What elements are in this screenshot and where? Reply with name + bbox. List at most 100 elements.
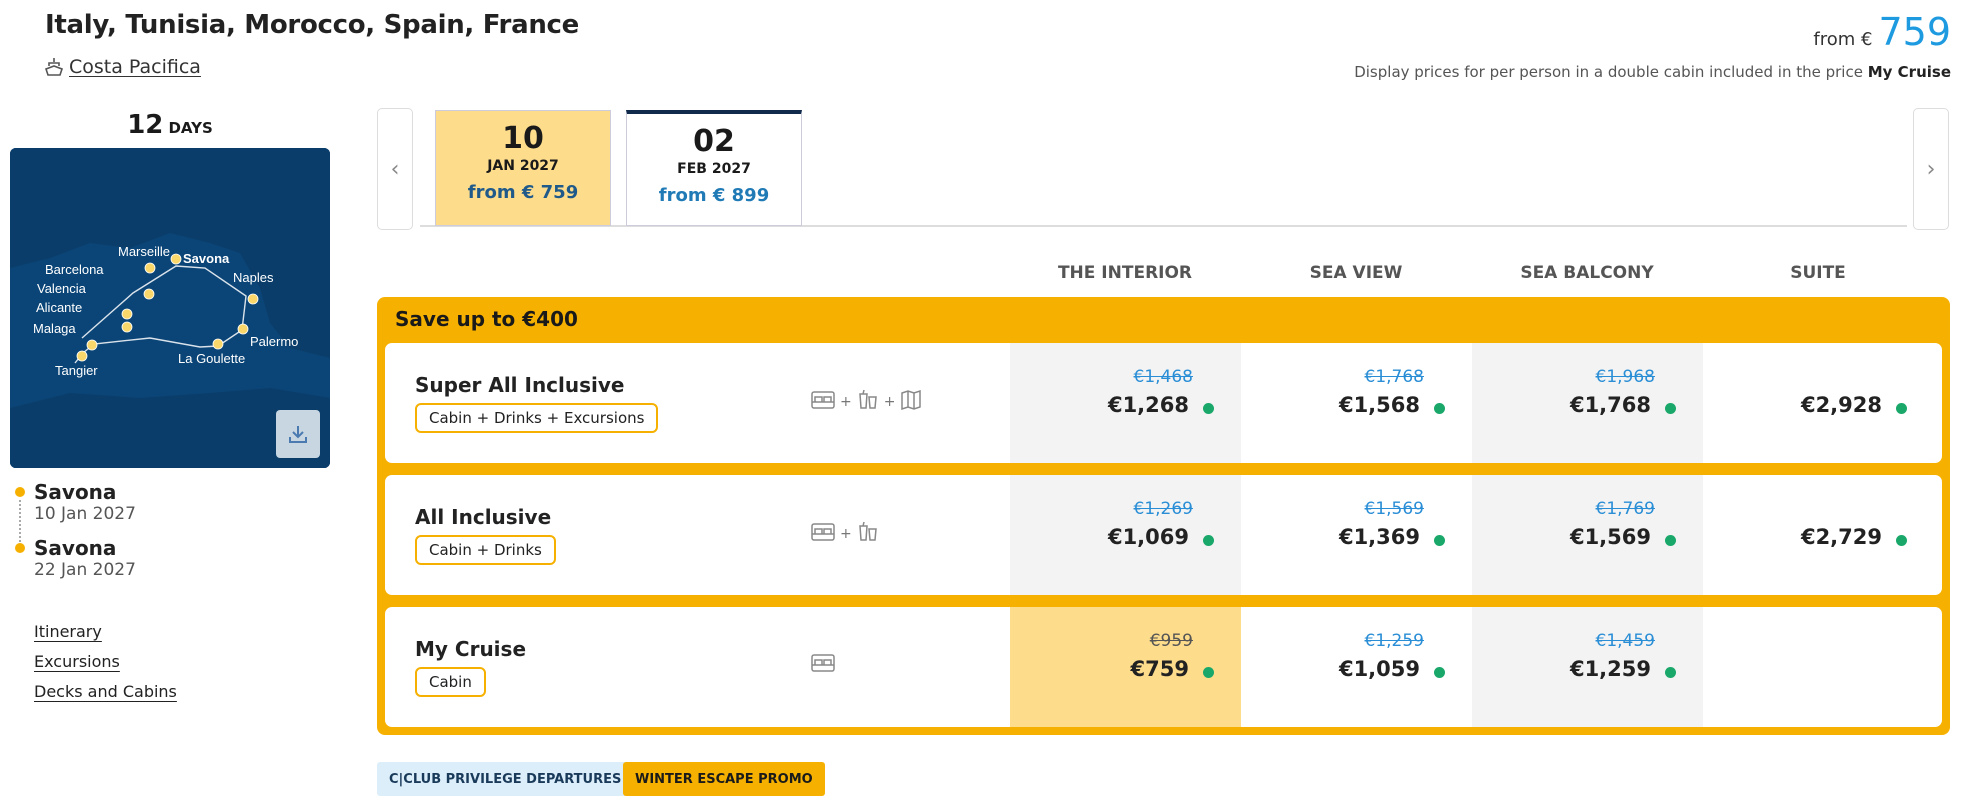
date-tab-feb[interactable]: 02 FEB 2027 from € 899 — [626, 110, 802, 226]
timeline-dot — [15, 543, 25, 553]
new-price: €1,569 — [1569, 525, 1651, 549]
drinks-icon — [856, 520, 880, 548]
package-row-all-inclusive: All Inclusive Cabin + Drinks + €1,269 €1… — [385, 475, 1942, 595]
chevron-left-icon: ‹ — [390, 156, 400, 182]
tab-price: from € 759 — [467, 182, 579, 203]
old-price: €1,968 — [1595, 367, 1655, 387]
price-cell[interactable]: €2,928 — [1703, 343, 1934, 463]
package-tag: Cabin + Drinks + Excursions — [415, 403, 659, 433]
package-icons: + — [810, 520, 880, 548]
old-price: €1,768 — [1364, 367, 1424, 387]
price-cell[interactable]: €1,259 €1,059 — [1241, 607, 1472, 727]
price-cell[interactable]: €1,968 €1,768 — [1472, 343, 1703, 463]
new-price: €1,568 — [1338, 393, 1420, 417]
price-cell[interactable]: €1,269 €1,069 — [1010, 475, 1241, 595]
availability-dot — [1434, 535, 1445, 546]
map-label: Barcelona — [45, 262, 104, 277]
days-number: 12 — [127, 110, 164, 140]
chevron-right-icon: › — [1926, 156, 1936, 182]
new-price: €2,928 — [1800, 393, 1882, 417]
map-label: Alicante — [36, 300, 82, 315]
bed-icon — [810, 389, 836, 415]
availability-dot — [1665, 535, 1676, 546]
new-price: €2,729 — [1800, 525, 1882, 549]
old-price: €959 — [1149, 631, 1193, 651]
package-icons: + + — [810, 388, 923, 416]
availability-dot — [1434, 403, 1445, 414]
itinerary-map[interactable]: Marseille Savona Barcelona Naples Valenc… — [10, 148, 330, 468]
decks-and-cabins-link[interactable]: Decks and Cabins — [34, 682, 177, 701]
prev-dates-button[interactable]: ‹ — [377, 108, 413, 230]
availability-dot — [1665, 667, 1676, 678]
map-label: Savona — [183, 251, 230, 266]
download-button[interactable] — [276, 410, 320, 458]
availability-dot — [1896, 535, 1907, 546]
cclub-privilege-badge: C|CLUB PRIVILEGE DEPARTURES — [377, 762, 634, 796]
ship-link[interactable]: Costa Pacifica — [45, 56, 201, 78]
package-row-super-all-inclusive: Super All Inclusive Cabin + Drinks + Exc… — [385, 343, 1942, 463]
map-label: Palermo — [250, 334, 298, 349]
package-tag: Cabin + Drinks — [415, 535, 556, 565]
cabin-header-interior: THE INTERIOR — [1057, 263, 1193, 283]
tab-day: 10 — [502, 121, 544, 156]
ship-name: Costa Pacifica — [69, 56, 201, 78]
price-cell[interactable]: €1,769 €1,569 — [1472, 475, 1703, 595]
old-price: €1,269 — [1133, 499, 1193, 519]
package-name: All Inclusive — [415, 505, 552, 529]
departure-port: Savona 10 Jan 2027 — [14, 480, 136, 542]
date-tab-jan[interactable]: 10 JAN 2027 from € 759 — [435, 110, 611, 226]
price-cell[interactable]: €1,459 €1,259 — [1472, 607, 1703, 727]
map-label: La Goulette — [178, 351, 245, 366]
price-cell[interactable]: €1,768 €1,568 — [1241, 343, 1472, 463]
next-dates-button[interactable]: › — [1913, 108, 1949, 230]
tab-day: 02 — [693, 124, 735, 159]
from-price-value: 759 — [1878, 10, 1951, 54]
port-name: Savona — [34, 480, 117, 504]
map-label: Naples — [233, 270, 274, 285]
price-cell[interactable]: €2,729 — [1703, 475, 1934, 595]
excursions-link[interactable]: Excursions — [34, 652, 177, 671]
winter-escape-promo-badge: WINTER ESCAPE PROMO — [623, 762, 825, 796]
package-row-my-cruise: My Cruise Cabin €959 €759 €1,259 €1,059 … — [385, 607, 1942, 727]
trip-duration: 12 DAYS — [10, 110, 330, 140]
bed-icon — [810, 652, 836, 678]
display-note: Display prices for per person in a doubl… — [1354, 63, 1951, 81]
availability-dot — [1434, 667, 1445, 678]
bed-icon — [810, 521, 836, 547]
days-label: DAYS — [168, 119, 213, 137]
itinerary-link[interactable]: Itinerary — [34, 622, 177, 641]
sidebar-links: Itinerary Excursions Decks and Cabins — [34, 622, 177, 712]
new-price: €1,768 — [1569, 393, 1651, 417]
package-name: My Cruise — [415, 637, 527, 661]
availability-dot — [1665, 403, 1676, 414]
new-price: €1,059 — [1338, 657, 1420, 681]
package-name: Super All Inclusive — [415, 373, 625, 397]
port-name: Savona — [34, 536, 117, 560]
new-price: €1,259 — [1569, 657, 1651, 681]
price-cell[interactable]: €1,569 €1,369 — [1241, 475, 1472, 595]
old-price: €1,468 — [1133, 367, 1193, 387]
promo-box: Save up to €400 Super All Inclusive Cabi… — [377, 297, 1950, 735]
display-note-bold: My Cruise — [1867, 63, 1951, 81]
old-price: €1,769 — [1595, 499, 1655, 519]
display-note-text: Display prices for per person in a doubl… — [1354, 63, 1863, 81]
availability-dot — [1203, 535, 1214, 546]
from-price-label: from € — [1813, 29, 1873, 50]
tab-month: JAN 2027 — [487, 158, 559, 174]
old-price: €1,259 — [1364, 631, 1424, 651]
availability-dot — [1896, 403, 1907, 414]
price-cell-selected[interactable]: €959 €759 — [1010, 607, 1241, 727]
cabin-header-sea-balcony: SEA BALCONY — [1520, 263, 1654, 283]
from-price: from € 759 — [1813, 10, 1951, 54]
arrival-port: Savona 22 Jan 2027 — [14, 536, 136, 580]
package-icons — [810, 652, 836, 678]
map-label: Marseille — [118, 244, 170, 259]
port-timeline: Savona 10 Jan 2027 Savona 22 Jan 2027 — [14, 480, 136, 592]
availability-dot — [1203, 667, 1214, 678]
download-icon — [286, 422, 310, 446]
new-price: €1,369 — [1338, 525, 1420, 549]
tab-price: from € 899 — [658, 185, 770, 206]
availability-dot — [1203, 403, 1214, 414]
promo-title: Save up to €400 — [395, 307, 578, 331]
price-cell[interactable]: €1,468 €1,268 — [1010, 343, 1241, 463]
